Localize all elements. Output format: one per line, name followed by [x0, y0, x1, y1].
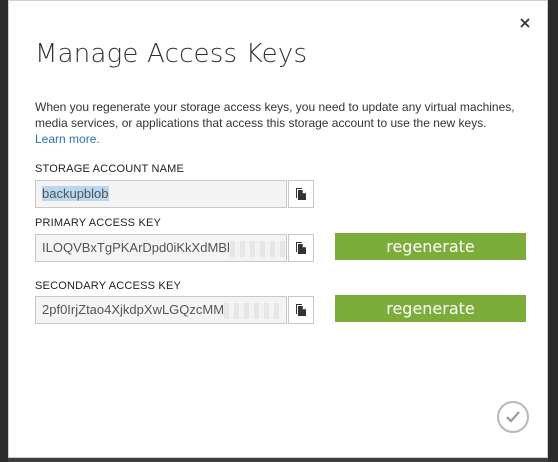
storage-account-name-label: STORAGE ACCOUNT NAME	[35, 163, 185, 175]
redacted-key-blur	[224, 302, 283, 319]
copy-primary-key-button[interactable]	[288, 234, 314, 262]
learn-more-link[interactable]: Learn more.	[35, 132, 100, 146]
secondary-access-key-field[interactable]: 2pf0IrjZtao4XjkdpXwLGQzcMM	[35, 296, 287, 324]
checkmark-icon	[506, 411, 520, 423]
background-edge-right	[548, 0, 558, 462]
primary-access-key-label: PRIMARY ACCESS KEY	[35, 217, 162, 229]
primary-access-key-value: ILOQVBxTgPKArDpd0iKkXdMBl	[42, 240, 230, 255]
manage-access-keys-dialog: Manage Access Keys When you regenerate y…	[8, 0, 548, 458]
copy-icon	[296, 242, 306, 254]
regenerate-secondary-key-button[interactable]: regenerate	[335, 295, 526, 322]
primary-access-key-field[interactable]: ILOQVBxTgPKArDpd0iKkXdMBl	[35, 234, 287, 262]
regenerate-primary-key-button[interactable]: regenerate	[335, 233, 526, 260]
storage-account-name-value: backupblob	[42, 186, 109, 201]
copy-icon	[296, 188, 306, 200]
description-text: When you regenerate your storage access …	[35, 100, 515, 130]
copy-secondary-key-button[interactable]	[288, 296, 314, 324]
secondary-access-key-label: SECONDARY ACCESS KEY	[35, 280, 182, 292]
copy-storage-account-name-button[interactable]	[288, 180, 314, 208]
confirm-button[interactable]	[497, 401, 529, 433]
close-button[interactable]	[517, 15, 533, 31]
close-icon	[520, 18, 530, 28]
redacted-key-blur	[229, 240, 286, 257]
dialog-description: When you regenerate your storage access …	[35, 99, 515, 147]
dialog-title: Manage Access Keys	[35, 39, 308, 69]
background-edge-left	[0, 0, 8, 462]
copy-icon	[296, 304, 306, 316]
storage-account-name-field[interactable]: backupblob	[35, 180, 287, 208]
secondary-access-key-value: 2pf0IrjZtao4XjkdpXwLGQzcMM	[42, 302, 225, 317]
